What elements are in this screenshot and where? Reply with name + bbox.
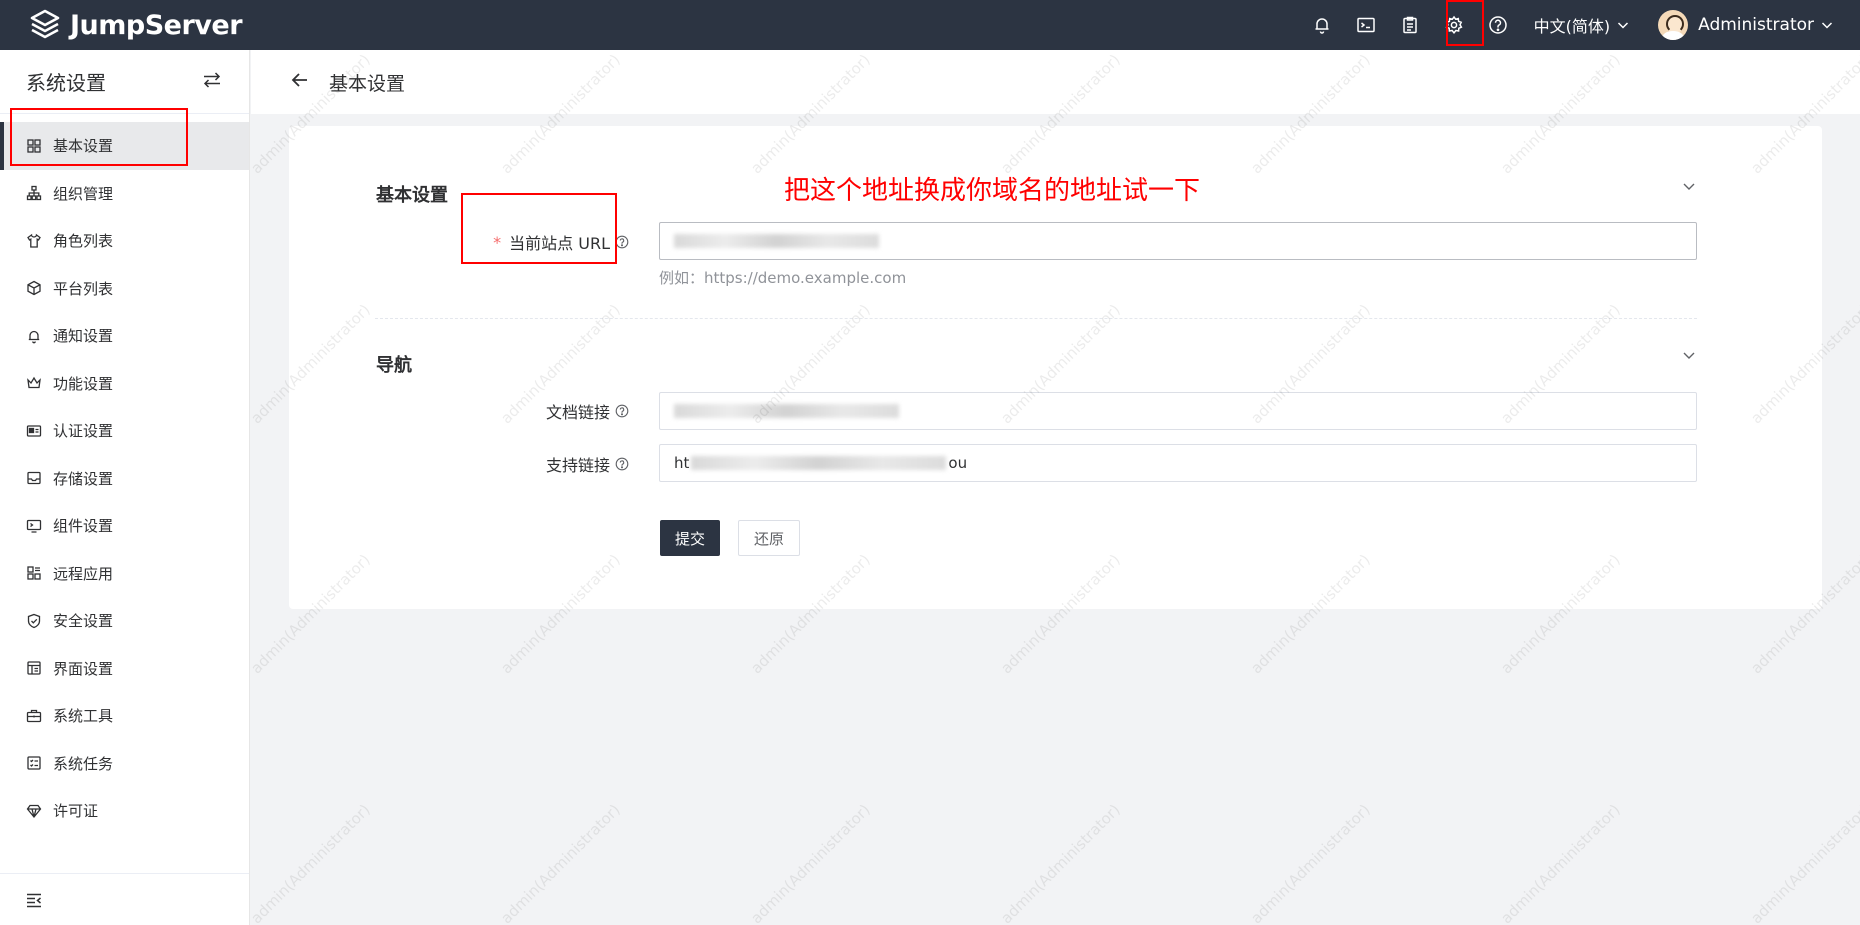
apps-icon [26, 565, 42, 581]
sidebar-item-tools[interactable]: 系统工具 [0, 692, 249, 740]
logo[interactable]: JumpServer [28, 8, 243, 42]
chevron-down-icon[interactable] [1681, 347, 1697, 363]
chevron-down-icon[interactable] [1681, 178, 1697, 194]
shirt-icon [26, 233, 42, 249]
page-header: 基本设置 [251, 50, 1860, 114]
tasks-icon [26, 755, 42, 771]
site-url-hint: 例如：https://demo.example.com [659, 269, 907, 287]
watermark-text: admin(Administrator) [247, 800, 374, 925]
bell-icon [26, 328, 42, 344]
sidebar-item-components[interactable]: 组件设置 [0, 502, 249, 550]
sidebar-item-label: 系统工具 [53, 707, 114, 726]
sidebar-item-label: 远程应用 [53, 564, 114, 583]
watermark-text: admin(Administrator) [497, 800, 624, 925]
watermark-text: admin(Administrator) [747, 800, 874, 925]
annotation-box-gear [1446, 0, 1484, 46]
submit-button[interactable]: 提交 [660, 520, 720, 556]
annotation-text: 把这个地址换成你域名的地址试一下 [784, 176, 1201, 206]
collapse-sidebar-button[interactable] [0, 873, 249, 925]
watermark-text: admin(Administrator) [997, 800, 1124, 925]
sidebar-item-notifications[interactable]: 通知设置 [0, 312, 249, 360]
annotation-box-sidebar [10, 108, 188, 166]
sidebar-item-features[interactable]: 功能设置 [0, 360, 249, 408]
support-link-input[interactable]: ht ou [659, 444, 1697, 482]
sidebar-item-roles[interactable]: 角色列表 [0, 217, 249, 265]
watermark-text: admin(Administrator) [1747, 800, 1860, 925]
page-title: 基本设置 [329, 72, 406, 95]
sidebar-item-license[interactable]: 许可证 [0, 787, 249, 835]
reset-button[interactable]: 还原 [738, 520, 800, 556]
menu-collapse-icon [27, 893, 41, 907]
section-title-navigation: 导航 [376, 355, 412, 376]
sidebar-item-platforms[interactable]: 平台列表 [0, 265, 249, 313]
annotation-box-site-url [461, 193, 617, 264]
doc-link-input[interactable] [659, 392, 1697, 430]
section-title-basic: 基本设置 [376, 185, 448, 206]
cube-icon [26, 280, 42, 296]
back-arrow-icon[interactable] [289, 69, 311, 95]
sidebar-item-label: 组件设置 [53, 517, 114, 536]
sidebar-item-tasks[interactable]: 系统任务 [0, 740, 249, 788]
shield-icon [26, 613, 42, 629]
doc-link-label: 文档链接 [399, 399, 629, 423]
help-icon[interactable] [615, 457, 629, 471]
crown-icon [26, 375, 42, 391]
org-icon [26, 185, 42, 201]
chevron-down-icon [1821, 22, 1833, 29]
sidebar-title: 系统设置 [26, 71, 106, 95]
redacted-value [674, 404, 899, 418]
site-url-input[interactable] [659, 222, 1697, 260]
sidebar-item-label: 通知设置 [53, 327, 114, 346]
section-divider [375, 318, 1697, 319]
swap-icon[interactable] [201, 69, 223, 95]
user-menu[interactable]: Administrator [1658, 10, 1834, 40]
watermark-text: admin(Administrator) [1497, 800, 1624, 925]
layout-icon [26, 660, 42, 676]
terminal-icon[interactable] [1355, 14, 1377, 36]
top-header: JumpServer 中文(简体) Administrator [0, 0, 1860, 50]
sidebar-item-label: 存储设置 [53, 469, 114, 488]
help-icon[interactable] [1487, 14, 1509, 36]
help-icon[interactable] [615, 404, 629, 418]
diamond-icon [26, 803, 42, 819]
sidebar-item-label: 安全设置 [53, 612, 114, 631]
sidebar-item-label: 功能设置 [53, 374, 114, 393]
sidebar-item-label: 认证设置 [53, 422, 114, 441]
sidebar-item-label: 组织管理 [53, 184, 114, 203]
sidebar-item-interface[interactable]: 界面设置 [0, 645, 249, 693]
language-selector[interactable]: 中文(简体) [1534, 13, 1631, 37]
sidebar: 系统设置 基本设置 组织管理 角色列表 平台列表 通知设置 功能设置 认证设置 … [0, 50, 250, 925]
monitor-icon [26, 518, 42, 534]
sidebar-item-remote-apps[interactable]: 远程应用 [0, 550, 249, 598]
sidebar-item-org[interactable]: 组织管理 [0, 170, 249, 218]
support-link-label: 支持链接 [399, 452, 629, 476]
help-icon[interactable] [615, 235, 629, 249]
clipboard-icon[interactable] [1399, 14, 1421, 36]
sidebar-item-label: 平台列表 [53, 279, 114, 298]
avatar [1658, 10, 1689, 40]
sidebar-item-label: 角色列表 [53, 232, 114, 251]
sidebar-item-label: 许可证 [53, 802, 99, 821]
watermark-text: admin(Administrator) [1247, 800, 1374, 925]
sidebar-item-security[interactable]: 安全设置 [0, 597, 249, 645]
sidebar-item-storage[interactable]: 存储设置 [0, 455, 249, 503]
sidebar-item-label: 系统任务 [53, 754, 114, 773]
inbox-icon [26, 470, 42, 486]
username: Administrator [1698, 15, 1814, 35]
jumpserver-logo-icon [30, 9, 60, 39]
sidebar-item-auth[interactable]: 认证设置 [0, 407, 249, 455]
redacted-value [674, 234, 879, 248]
sidebar-item-label: 界面设置 [53, 659, 114, 678]
redacted-value [691, 456, 947, 470]
sidebar-menu: 基本设置 组织管理 角色列表 平台列表 通知设置 功能设置 认证设置 存储设置 [0, 114, 249, 835]
bell-icon[interactable] [1311, 14, 1333, 36]
idcard-icon [26, 423, 42, 439]
logo-text: JumpServer [70, 9, 243, 41]
language-label: 中文(简体) [1533, 17, 1611, 36]
toolbox-icon [26, 708, 42, 724]
chevron-down-icon [1618, 22, 1629, 29]
